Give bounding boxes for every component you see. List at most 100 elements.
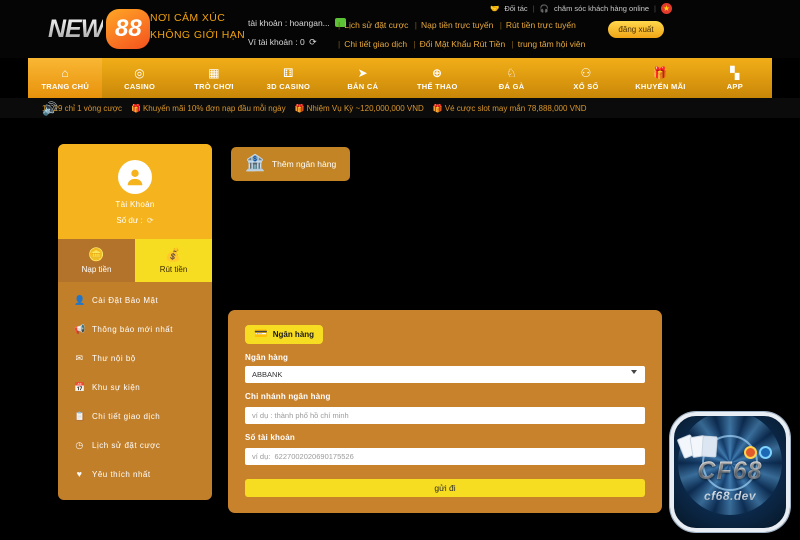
nav-label: THỂ THAO [416, 81, 458, 91]
wallet-tabs: 🪙 Nạp tiền 💰 Rút tiền [58, 239, 212, 282]
bank-plus-icon: 🏦 [245, 155, 265, 172]
rooster-icon: ♘ [506, 65, 518, 80]
watermark-subtitle: cf68.dev [703, 489, 757, 503]
account-field-label: Số tài khoản [245, 433, 295, 442]
refresh-icon[interactable]: ⟳ [309, 37, 317, 47]
nav-item-tro-choi[interactable]: ▦ TRÒ CHƠI [177, 58, 251, 98]
nav-label: 3D CASINO [266, 81, 311, 91]
cf68-watermark-logo: CF68 cf68.dev [670, 412, 790, 532]
sidebar-item-cai-dat-bao-mat[interactable]: 👤 Cài Đặt Bảo Mật [58, 286, 212, 315]
ticker-item: 🎁 Vé cược slot may mắn 78,888,000 VND [432, 103, 587, 113]
sidebar-item-thu-noi-bo[interactable]: ✉ Thư nội bộ [58, 344, 212, 373]
separator-3: | [499, 20, 502, 30]
sidebar-item-label: Khu sự kiện [92, 383, 141, 392]
nav-label: KHUYẾN MÃI [635, 81, 686, 91]
vietnam-flag-icon[interactable]: ★ [661, 3, 672, 14]
speaker-icon[interactable]: 🔊 [42, 101, 58, 117]
sidebar-item-lich-su-dat-cuoc[interactable]: ◷ Lịch sử đặt cược [58, 431, 212, 460]
withdraw-hand-icon: 💰 [165, 247, 182, 262]
logout-button[interactable]: đăng xuất [608, 21, 664, 38]
home-icon: ⌂ [61, 65, 69, 80]
site-slogan: NƠI CẢM XÚC KHÔNG GIỚI HẠN [150, 10, 245, 44]
nav-label: TRÒ CHƠI [194, 81, 234, 91]
partner-link[interactable]: Đối tác [504, 4, 527, 13]
nav-item-the-thao[interactable]: ⊕ THỂ THAO [400, 58, 474, 98]
nav-item-da-ga[interactable]: ♘ ĐÁ GÀ [474, 58, 548, 98]
chevron-down-icon [631, 370, 637, 374]
utility-separator-2: | [654, 4, 656, 13]
nav-item-casino[interactable]: ◎ CASINO [102, 58, 176, 98]
support-link[interactable]: chăm sóc khách hàng online [554, 4, 649, 13]
site-header: NEW 88 NƠI CẢM XÚC KHÔNG GIỚI HẠN tài kh… [0, 0, 800, 58]
slot-machine-icon: ▦ [208, 65, 220, 80]
bank-field-label: Ngân hàng [245, 353, 289, 362]
page-root: NEW 88 NƠI CẢM XÚC KHÔNG GIỚI HẠN tài kh… [0, 0, 800, 540]
link-member-center[interactable]: trung tâm hội viên [518, 39, 586, 49]
link-bet-history[interactable]: Lịch sử đặt cược [344, 20, 408, 30]
separator-2: | [414, 20, 418, 30]
gift-icon: 🎁 [432, 103, 443, 113]
link-online-deposit[interactable]: Nạp tiền trực tuyến [421, 20, 493, 30]
account-info: tài khoản : hoangan... Ví tài khoản : 0 … [248, 14, 347, 52]
nav-item-trang-chu[interactable]: ⌂ TRANG CHỦ [28, 58, 103, 98]
sidebar-menu: 👤 Cài Đặt Bảo Mật 📢 Thông báo mới nhất ✉… [58, 282, 212, 500]
add-bank-button[interactable]: 🏦 Thêm ngân hàng [231, 147, 351, 181]
dice-icon: ⚅ [283, 65, 294, 80]
link-online-withdraw[interactable]: Rút tiền trực tuyến [506, 20, 576, 30]
link-transaction-detail[interactable]: Chi tiết giao dịch [344, 39, 407, 49]
sidebar-item-label: Yêu thích nhất [92, 469, 151, 479]
header-utility-bar: 🤝 Đối tác | 🎧 chăm sóc khách hàng online… [490, 3, 672, 14]
bank-select[interactable]: ABBANK [245, 366, 645, 383]
header-links: | Lịch sử đặt cược | Nạp tiền trực tuyến |… [334, 16, 585, 54]
submit-button[interactable]: gửi đi [245, 479, 645, 497]
bank-section-badge: 💳 Ngân hàng [245, 325, 324, 344]
sidebar-item-label: Chi tiết giao dịch [92, 412, 161, 421]
lottery-balls-icon: ⚇ [580, 65, 592, 80]
clipboard-icon: 📋 [74, 411, 86, 421]
gift-icon: 🎁 [294, 103, 305, 113]
sidebar-item-label: Cài Đặt Bảo Mật [92, 296, 159, 305]
sidebar-item-khu-su-kien[interactable]: 📅 Khu sự kiện [58, 373, 212, 402]
account-name: tài khoản : hoangan... [248, 18, 330, 28]
branch-input[interactable] [245, 407, 645, 424]
link-change-withdraw-password[interactable]: Đổi Mật Khẩu Rút Tiền [420, 39, 506, 49]
sidebar-item-thong-bao-moi-nhat[interactable]: 📢 Thông báo mới nhất [58, 315, 212, 344]
tab-rut-tien[interactable]: 💰 Rút tiền [135, 239, 212, 282]
slogan-line-1: NƠI CẢM XÚC [150, 12, 226, 24]
sidebar-item-chi-tiet-giao-dich[interactable]: 📋 Chi tiết giao dịch [58, 402, 212, 431]
football-icon: ⊕ [432, 65, 443, 80]
handshake-icon: 🤝 [490, 4, 500, 13]
field-branch: Chi nhánh ngân hàng [245, 392, 645, 424]
nav-item-xo-so[interactable]: ⚇ XỔ SỐ [549, 58, 623, 98]
nav-label: TRANG CHỦ [41, 81, 90, 91]
nav-label: XỔ SỐ [573, 81, 599, 91]
nav-label: BẮN CÁ [347, 81, 379, 91]
account-name-row: tài khoản : hoangan... [248, 14, 347, 33]
sidebar-item-label: Thư nội bộ [92, 354, 136, 363]
credit-card-icon: 💳 [254, 328, 268, 340]
sidebar-item-yeu-thich-nhat[interactable]: ♥ Yêu thích nhất [58, 460, 212, 488]
nav-label: ĐÁ GÀ [498, 81, 525, 91]
logo-text-88: 88 [114, 15, 142, 42]
profile-name: Tài Khoản [115, 200, 155, 209]
profile-card: Tài Khoản Số dư : ⟳ [58, 144, 212, 239]
site-logo[interactable]: NEW 88 [48, 9, 151, 49]
nav-item-3d-casino[interactable]: ⚅ 3D CASINO [251, 58, 325, 98]
tab-label: Rút tiền [159, 265, 188, 274]
nav-item-khuyen-mai[interactable]: 🎁 KHUYẾN MÃI [623, 58, 697, 98]
separator-4: | [338, 39, 341, 49]
bank-form-panel: 💳 Ngân hàng Ngân hàng ABBANK Chi nhánh n… [228, 310, 662, 513]
nav-item-ban-ca[interactable]: ➤ BẮN CÁ [326, 58, 400, 98]
nav-item-app[interactable]: ▚ APP [698, 58, 772, 98]
bank-section-label: Ngân hàng [272, 330, 315, 339]
logo-text-new: NEW [48, 14, 104, 43]
gift-icon: 🎁 [652, 65, 669, 80]
separator-6: | [511, 39, 514, 49]
separator-5: | [413, 39, 416, 49]
tab-label: Nạp tiền [81, 265, 112, 274]
refresh-icon[interactable]: ⟳ [147, 216, 154, 225]
tab-nap-tien[interactable]: 🪙 Nạp tiền [58, 239, 135, 282]
headset-icon: 🎧 [539, 4, 549, 13]
grid-apps-icon: ▚ [730, 65, 740, 80]
account-number-input[interactable] [245, 448, 645, 465]
